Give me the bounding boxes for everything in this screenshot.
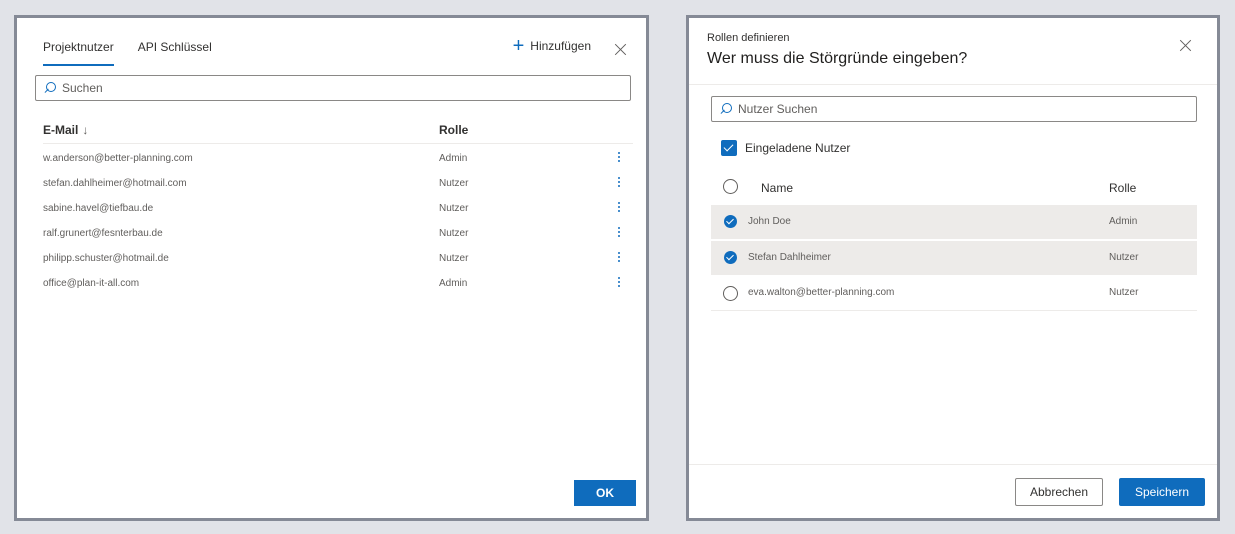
row-role: Admin (439, 153, 468, 164)
row-role: Nutzer (439, 253, 469, 264)
project-users-panel: Projektnutzer API Schlüssel + Hinzufügen… (14, 15, 649, 521)
tab-projektnutzer[interactable]: Projektnutzer (43, 40, 114, 66)
more-options-icon[interactable] (617, 176, 621, 190)
search-input[interactable]: Suchen (35, 75, 631, 101)
dialog-title: Wer muss die Störgründe eingeben? (707, 50, 968, 67)
row-role: Admin (439, 278, 468, 289)
table-header: E-Mail ↓ Rolle (43, 120, 633, 144)
invited-users-checkbox-row[interactable]: Eingeladene Nutzer (721, 140, 850, 156)
plus-icon: + (512, 35, 525, 57)
table-row[interactable]: ralf.grunert@fesnterbau.de Nutzer (43, 223, 633, 248)
checkbox-checked-icon[interactable] (721, 140, 737, 156)
row-email: sabine.havel@tiefbau.de (43, 203, 154, 214)
row-role: Nutzer (439, 178, 469, 189)
close-icon[interactable] (614, 43, 628, 57)
more-options-icon[interactable] (617, 226, 621, 240)
table-row[interactable]: w.anderson@better-planning.com Admin (43, 148, 633, 173)
table-row[interactable]: sabine.havel@tiefbau.de Nutzer (43, 198, 633, 223)
user-table: w.anderson@better-planning.com Admin ste… (43, 148, 633, 298)
invited-users-label: Eingeladene Nutzer (745, 141, 851, 155)
row-role: Nutzer (1109, 252, 1139, 263)
row-role: Nutzer (439, 228, 469, 239)
search-icon (720, 103, 732, 115)
row-name: John Doe (748, 216, 791, 227)
define-roles-dialog: Rollen definieren Wer muss die Störgründ… (686, 15, 1220, 521)
add-user-label: Hinzufügen (530, 39, 591, 53)
cancel-button[interactable]: Abbrechen (1015, 478, 1103, 506)
email-column-header[interactable]: E-Mail ↓ (43, 123, 88, 137)
row-email: w.anderson@better-planning.com (43, 153, 193, 164)
row-unselected-radio[interactable] (723, 286, 738, 301)
row-role: Nutzer (1109, 287, 1139, 298)
row-email: philipp.schuster@hotmail.de (43, 253, 169, 264)
row-selected-check-icon[interactable] (724, 251, 737, 264)
add-user-button[interactable]: + Hinzufügen (512, 35, 591, 57)
user-search-input[interactable]: Nutzer Suchen (711, 96, 1197, 122)
name-column-header: Name (761, 181, 794, 195)
search-icon (44, 82, 56, 94)
save-button[interactable]: Speichern (1119, 478, 1205, 506)
row-email: stefan.dahlheimer@hotmail.com (43, 178, 187, 189)
tab-api-schluessel[interactable]: API Schlüssel (138, 40, 212, 66)
row-selected-check-icon[interactable] (724, 215, 737, 228)
row-name: Stefan Dahlheimer (748, 252, 831, 263)
more-options-icon[interactable] (617, 276, 621, 290)
more-options-icon[interactable] (617, 201, 621, 215)
row-role: Nutzer (439, 203, 469, 214)
select-all-radio[interactable] (723, 179, 738, 194)
row-name: eva.walton@better-planning.com (748, 287, 895, 298)
row-role: Admin (1109, 216, 1138, 227)
table-row[interactable]: eva.walton@better-planning.com Nutzer (711, 276, 1197, 311)
user-role-table: Name Rolle John Doe Admin Stefan Dahlhei… (711, 170, 1197, 311)
table-row[interactable]: Stefan Dahlheimer Nutzer (711, 241, 1197, 276)
table-header: Name Rolle (711, 170, 1197, 204)
close-icon[interactable] (1179, 39, 1193, 53)
search-placeholder: Nutzer Suchen (738, 102, 818, 116)
role-column-header: Rolle (1109, 181, 1137, 195)
more-options-icon[interactable] (617, 151, 621, 165)
table-row[interactable]: philipp.schuster@hotmail.de Nutzer (43, 248, 633, 273)
sort-arrow-icon: ↓ (82, 123, 89, 137)
search-placeholder: Suchen (62, 81, 103, 95)
footer-divider (689, 464, 1217, 465)
table-row[interactable]: John Doe Admin (711, 205, 1197, 240)
dialog-subtitle: Rollen definieren (707, 32, 790, 44)
more-options-icon[interactable] (617, 251, 621, 265)
header-divider (689, 84, 1217, 85)
ok-button[interactable]: OK (574, 480, 636, 506)
tab-bar: Projektnutzer API Schlüssel (43, 40, 212, 70)
table-row[interactable]: office@plan-it-all.com Admin (43, 273, 633, 298)
row-email: office@plan-it-all.com (43, 278, 140, 289)
row-email: ralf.grunert@fesnterbau.de (43, 228, 163, 239)
role-column-header[interactable]: Rolle (439, 123, 468, 137)
table-row[interactable]: stefan.dahlheimer@hotmail.com Nutzer (43, 173, 633, 198)
